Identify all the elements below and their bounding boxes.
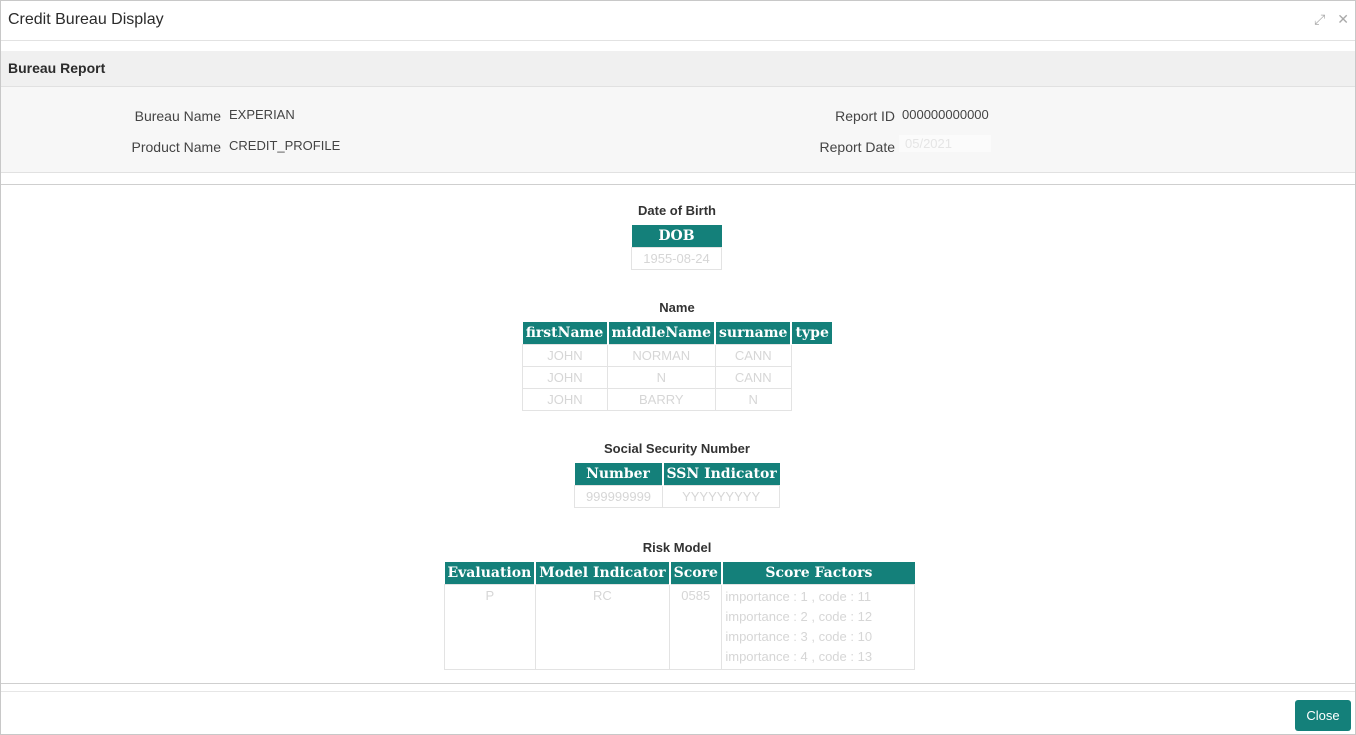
table-row: 999999999 YYYYYYYYY bbox=[574, 484, 781, 508]
bureau-name-value: EXPERIAN bbox=[229, 107, 295, 122]
table-cell: YYYYYYYYY bbox=[661, 484, 781, 508]
footer-divider bbox=[1, 683, 1355, 684]
name-col-firstname: firstName bbox=[522, 322, 609, 344]
dob-cell: 1955-08-24 bbox=[631, 246, 722, 270]
table-cell: NORMAN bbox=[607, 343, 716, 367]
report-body: Date of Birth DOB 1955-08-24 Name firstN… bbox=[1, 185, 1355, 683]
dob-header: DOB bbox=[631, 225, 722, 247]
table-cell: P bbox=[444, 583, 536, 670]
footer-divider-secondary bbox=[1, 691, 1355, 692]
dob-table: DOB 1955-08-24 bbox=[631, 225, 722, 270]
risk-col-evaluation: Evaluation bbox=[444, 562, 537, 584]
name-col-type: type bbox=[791, 322, 833, 344]
ssn-col-indicator: SSN Indicator bbox=[662, 463, 780, 485]
ssn-col-number: Number bbox=[574, 463, 664, 485]
minimize-icon[interactable]: ⤢ bbox=[1314, 11, 1325, 27]
risk-col-model-indicator: Model Indicator bbox=[535, 562, 671, 584]
table-cell: JOHN bbox=[522, 343, 608, 367]
dob-title: Date of Birth bbox=[638, 203, 716, 218]
bureau-report-header: Bureau Report bbox=[1, 51, 1355, 87]
table-row: P RC 0585 importance : 1 , code : 11 imp… bbox=[444, 583, 916, 670]
table-cell: JOHN bbox=[522, 365, 608, 389]
report-date-label: Report Date bbox=[819, 139, 895, 155]
dialog-title: Credit Bureau Display bbox=[8, 11, 164, 28]
credit-bureau-dialog: Credit Bureau Display ⤢ ✕ Bureau Report … bbox=[0, 0, 1356, 735]
name-col-middlename: middleName bbox=[607, 322, 717, 344]
table-row: JOHN N CANN bbox=[522, 365, 833, 389]
name-table: firstName middleName surname type JOHN N… bbox=[522, 322, 833, 411]
ssn-title: Social Security Number bbox=[604, 441, 750, 456]
table-cell: CANN bbox=[714, 343, 792, 367]
name-title: Name bbox=[659, 300, 695, 315]
dialog-titlebar: Credit Bureau Display ⤢ ✕ bbox=[1, 1, 1355, 41]
risk-title: Risk Model bbox=[642, 540, 712, 555]
score-factor-item: importance : 4 , code : 13 bbox=[725, 648, 873, 664]
table-cell: 999999999 bbox=[574, 484, 663, 508]
table-cell: BARRY bbox=[607, 387, 716, 411]
bureau-name-label: Bureau Name bbox=[134, 108, 221, 124]
score-factor-item: importance : 3 , code : 10 bbox=[725, 628, 873, 644]
report-date-value: 05/2021 bbox=[899, 135, 991, 152]
table-row: JOHN NORMAN CANN bbox=[522, 343, 833, 367]
risk-col-score-factors: Score Factors bbox=[721, 562, 915, 584]
table-cell bbox=[791, 366, 832, 388]
table-cell: JOHN bbox=[522, 387, 608, 411]
report-id-value: 000000000000 bbox=[902, 107, 989, 122]
table-cell: CANN bbox=[714, 365, 792, 389]
close-button[interactable]: Close bbox=[1295, 700, 1351, 731]
report-info-panel: Bureau Name EXPERIAN Product Name CREDIT… bbox=[1, 87, 1355, 173]
section-title: Bureau Report bbox=[8, 60, 106, 76]
product-name-label: Product Name bbox=[131, 139, 221, 155]
risk-col-score: Score bbox=[669, 562, 723, 584]
ssn-table: Number SSN Indicator 999999999 YYYYYYYYY bbox=[574, 463, 781, 508]
close-icon[interactable]: ✕ bbox=[1337, 11, 1349, 27]
table-cell bbox=[791, 344, 832, 366]
product-name-value: CREDIT_PROFILE bbox=[229, 138, 341, 153]
score-factor-item: importance : 2 , code : 12 bbox=[725, 608, 873, 624]
table-cell: N bbox=[714, 387, 792, 411]
table-row: JOHN BARRY N bbox=[522, 387, 833, 411]
table-cell: N bbox=[607, 365, 716, 389]
risk-table: Evaluation Model Indicator Score Score F… bbox=[444, 562, 916, 670]
score-factor-item: importance : 1 , code : 11 bbox=[725, 588, 872, 604]
table-cell: RC bbox=[534, 583, 671, 670]
table-cell bbox=[791, 388, 832, 410]
score-factors-cell: importance : 1 , code : 11 importance : … bbox=[721, 583, 916, 670]
table-cell: 0585 bbox=[669, 583, 723, 670]
report-id-label: Report ID bbox=[835, 108, 895, 124]
name-col-surname: surname bbox=[715, 322, 793, 344]
window-controls: ⤢ ✕ bbox=[1314, 11, 1349, 27]
